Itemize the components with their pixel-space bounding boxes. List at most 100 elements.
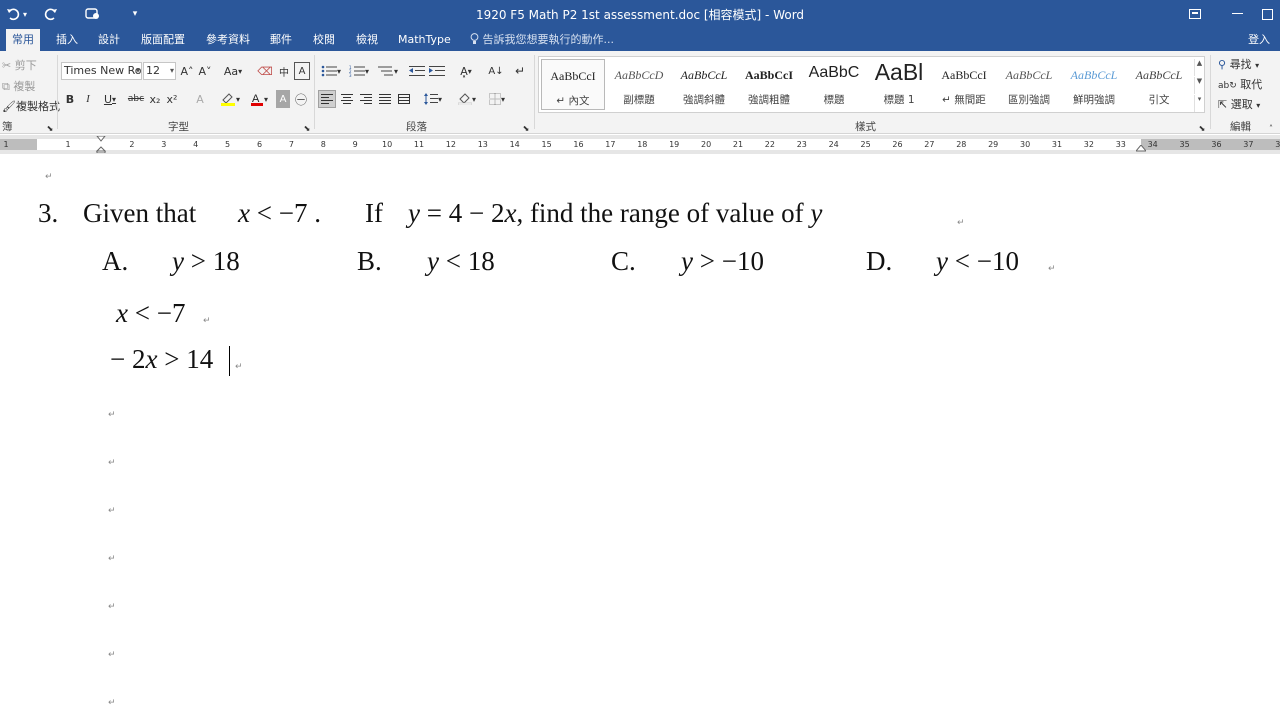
text-effects-icon[interactable]: A: [192, 90, 208, 108]
right-indent-marker-icon[interactable]: [1136, 145, 1146, 154]
tab-view[interactable]: 檢視: [350, 29, 384, 51]
style-strong[interactable]: AaBbCcI 強調粗體: [737, 59, 801, 110]
distributed-icon[interactable]: [395, 90, 413, 108]
style-subtle-emphasis[interactable]: AaBbCcL 強調斜體: [672, 59, 736, 110]
bullets-button[interactable]: ▾: [318, 62, 344, 80]
phonetic-guide-icon[interactable]: 中: [275, 62, 293, 80]
style-subtle-emph[interactable]: AaBbCcL 區別強調: [997, 59, 1061, 110]
change-case-button[interactable]: Aa ▾: [222, 62, 244, 80]
underline-button[interactable]: U ▾: [99, 90, 121, 108]
sign-in-link[interactable]: 登入: [1248, 29, 1270, 51]
touch-mode-icon[interactable]: [82, 4, 104, 24]
separator: [534, 55, 535, 129]
tab-references[interactable]: 參考資料: [200, 29, 256, 51]
clear-format-icon[interactable]: ⌫: [257, 62, 273, 80]
style-sample: AaBbCcI: [941, 68, 987, 82]
redo-icon[interactable]: [40, 4, 62, 24]
tab-mailings[interactable]: 郵件: [264, 29, 298, 51]
style-no-spacing[interactable]: AaBbCcI ↵ 無間距: [932, 59, 996, 110]
style-title[interactable]: AaBbC 標題: [802, 59, 866, 110]
align-left-button[interactable]: [318, 90, 336, 108]
style-normal[interactable]: AaBbCcI ↵ 內文: [541, 59, 605, 110]
answer-rel: > 18: [183, 246, 240, 276]
enclose-char-icon[interactable]: ㊀: [293, 90, 309, 108]
shading-button[interactable]: ▾: [454, 90, 480, 108]
ruler-number: 24: [828, 140, 839, 149]
subscript-button[interactable]: x₂: [147, 90, 163, 108]
tab-home[interactable]: 常用: [6, 29, 40, 51]
grow-font-button[interactable]: A˄: [179, 62, 195, 80]
numbering-button[interactable]: 1 2 3 ▾: [346, 62, 372, 80]
paragraph-group-label: 段落: [406, 121, 427, 133]
font-color-button[interactable]: A ▾: [246, 90, 272, 108]
char-border-icon[interactable]: A: [294, 62, 310, 80]
tell-me-search[interactable]: 告訴我您想要執行的動作...: [470, 29, 614, 51]
tab-review[interactable]: 校閱: [307, 29, 341, 51]
superscript-icon: x²: [166, 92, 178, 106]
replace-button[interactable]: ab↻ 取代: [1218, 76, 1262, 92]
gallery-more-icon[interactable]: ▾: [1194, 95, 1204, 112]
format-painter-button[interactable]: 🖌複製格式: [2, 98, 60, 114]
tab-design[interactable]: 設計: [92, 29, 126, 51]
format-painter-label: 複製格式: [15, 100, 60, 113]
style-sample: AaBbCcL: [1070, 68, 1118, 82]
customize-toolbar-icon[interactable]: ▾: [124, 4, 146, 24]
bold-button[interactable]: B: [63, 90, 77, 108]
increase-indent-icon[interactable]: [428, 62, 446, 80]
indent-marker-icon[interactable]: [96, 136, 106, 153]
style-quote[interactable]: AaBbCcL 引文: [1127, 59, 1191, 110]
font-name-combo[interactable]: Times New Ro ▾: [61, 62, 142, 80]
font-group-label: 字型: [168, 121, 189, 133]
borders-button[interactable]: ▾: [484, 90, 510, 108]
paint-bucket-icon: [457, 93, 472, 105]
sort-icon[interactable]: A↓: [487, 62, 505, 80]
ruler-number: 18: [637, 140, 648, 149]
ruler-number: 25: [860, 140, 871, 149]
cut-button[interactable]: ✂ 剪下: [2, 57, 37, 73]
chevron-down-icon[interactable]: ▼: [1194, 77, 1204, 94]
italic-button[interactable]: I: [81, 90, 95, 108]
style-heading-1[interactable]: AaBl 標題 1: [867, 59, 931, 110]
decrease-indent-icon[interactable]: [408, 62, 426, 80]
style-sample: AaBbCcD: [614, 68, 664, 82]
shrink-font-button[interactable]: A˅: [197, 62, 213, 80]
show-marks-icon[interactable]: ↵: [511, 62, 529, 80]
tab-insert[interactable]: 插入: [50, 29, 84, 51]
ribbon-display-icon[interactable]: [1180, 4, 1210, 24]
chevron-down-icon: ▾: [169, 66, 174, 75]
option-b-letter: B.: [357, 246, 382, 276]
style-subtitle[interactable]: AaBbCcD 副標題: [607, 59, 671, 110]
strikethrough-button[interactable]: abc: [126, 90, 146, 108]
justify-icon[interactable]: [376, 90, 394, 108]
minimize-icon[interactable]: [1222, 4, 1252, 24]
font-size-combo[interactable]: 12 ▾: [143, 62, 176, 80]
ruler-number: 4: [193, 140, 199, 149]
style-intense-emphasis[interactable]: AaBbCcL 鮮明強調: [1062, 59, 1126, 110]
superscript-button[interactable]: x²: [164, 90, 180, 108]
editing-group-label: 編輯: [1230, 121, 1251, 133]
align-center-icon[interactable]: [338, 90, 356, 108]
copy-button[interactable]: ⧉ 複製: [2, 78, 35, 94]
chevron-up-icon[interactable]: ▲: [1194, 59, 1204, 76]
document-page[interactable]: ↵ 3. Given that x < −7 . If y = 4 − 2x, …: [0, 154, 1280, 720]
tab-layout[interactable]: 版面配置: [135, 29, 191, 51]
select-button[interactable]: ⇱ 選取 ▾: [1218, 96, 1260, 112]
answer-rel: > −10: [692, 246, 764, 276]
asian-layout-button[interactable]: A͓ ▾: [453, 62, 479, 80]
restore-icon[interactable]: [1252, 4, 1280, 24]
separator: [314, 55, 315, 129]
tab-mathtype[interactable]: MathType: [392, 29, 457, 51]
horizontal-ruler[interactable]: 1 1 2 3 4 5 6 7 8 9 10 11 12 13 14 15 16 17 18 19 20 21 22 23 24…: [0, 135, 1280, 154]
copy-icon: ⧉: [2, 80, 10, 93]
undo-dropdown-icon[interactable]: ▾: [20, 4, 30, 24]
multilevel-list-button[interactable]: ▾: [375, 62, 401, 80]
paragraph-mark: ↵: [108, 650, 116, 660]
work-pre: − 2: [110, 344, 146, 374]
work-line-2: − 2x > 14: [110, 344, 213, 375]
line-spacing-button[interactable]: ▾: [420, 90, 446, 108]
highlight-button[interactable]: ▾: [216, 90, 244, 108]
align-right-icon[interactable]: [357, 90, 375, 108]
char-shading-icon[interactable]: A: [276, 90, 290, 108]
bullets-icon: [321, 65, 337, 77]
find-button[interactable]: ⚲ 尋找 ▾: [1218, 56, 1259, 72]
